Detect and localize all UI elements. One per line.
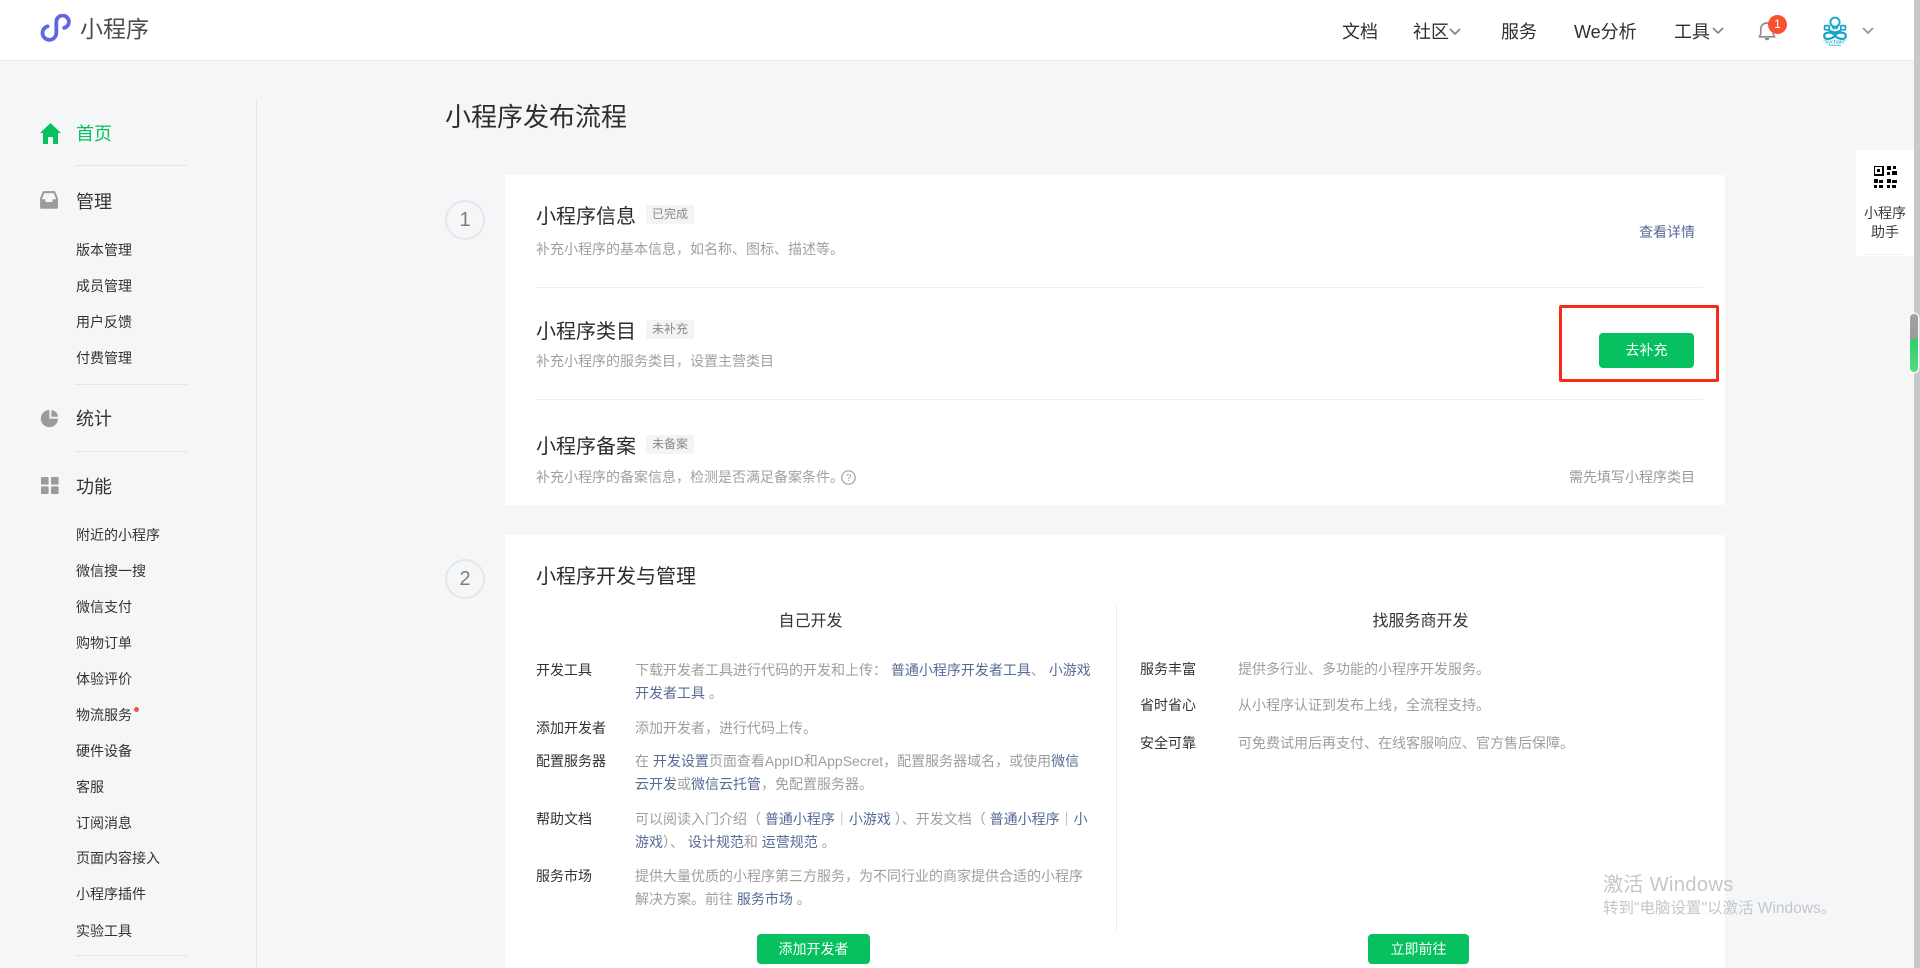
- svg-text:"kychakr": "kychakr": [1823, 40, 1846, 46]
- svg-text:?: ?: [846, 473, 852, 484]
